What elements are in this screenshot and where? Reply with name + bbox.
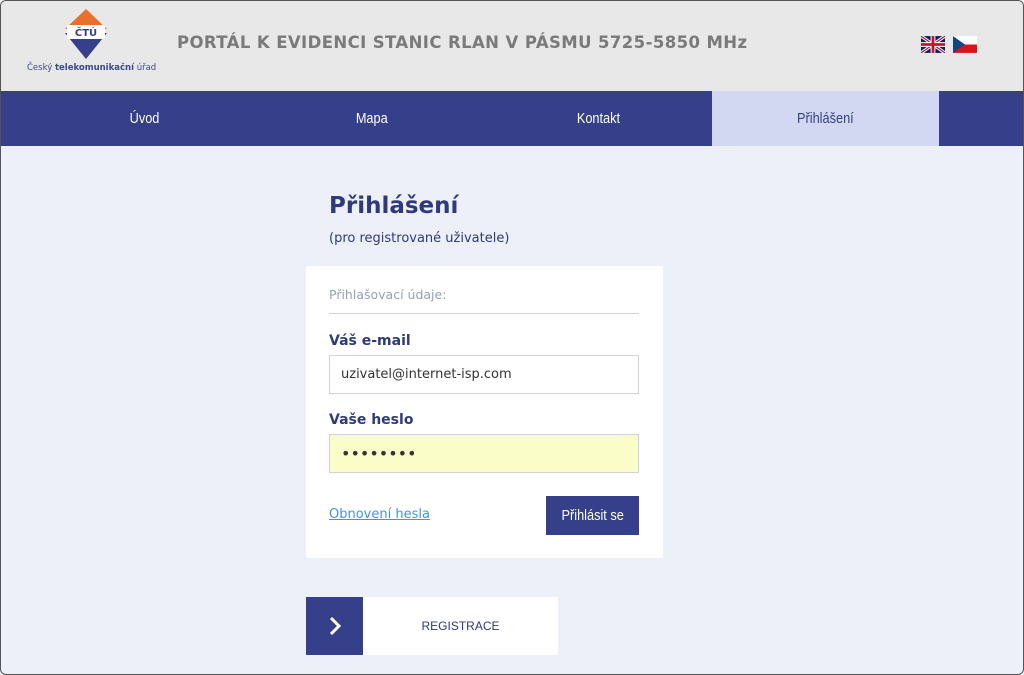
- browser-viewport: ČTÚ Český telekomunikační úřad PORTÁL K …: [0, 0, 1024, 675]
- nav-item-mapa[interactable]: Mapa: [258, 91, 485, 146]
- nav-item-kontakt[interactable]: Kontakt: [485, 91, 712, 146]
- uk-flag-icon[interactable]: [921, 36, 945, 53]
- nav-item-label: Přihlášení: [797, 110, 854, 127]
- svg-text:ČTÚ: ČTÚ: [75, 26, 97, 39]
- login-button-label: Přihlásit se: [561, 507, 624, 524]
- form-legend: Přihlašovací údaje:: [329, 287, 447, 302]
- czech-flag-icon[interactable]: [953, 36, 977, 53]
- ctu-logo-icon: ČTÚ: [65, 9, 107, 59]
- page-subtitle: (pro registrované uživatele): [329, 231, 510, 246]
- main-nav: Úvod Mapa Kontakt Přihlášení: [1, 91, 1023, 146]
- nav-item-label: Úvod: [129, 110, 160, 127]
- register-button[interactable]: REGISTRACE: [306, 597, 558, 655]
- page-title: Přihlášení: [329, 193, 459, 219]
- login-form: Přihlašovací údaje: Váš e-mail Vaše hesl…: [306, 266, 663, 558]
- nav-item-uvod[interactable]: Úvod: [31, 91, 258, 146]
- email-label: Váš e-mail: [329, 333, 411, 349]
- password-field[interactable]: [329, 434, 639, 473]
- register-arrow-box: [306, 597, 363, 655]
- chevron-right-icon: [329, 616, 341, 636]
- register-label: REGISTRACE: [421, 619, 500, 633]
- site-title: PORTÁL K EVIDENCI STANIC RLAN V PÁSMU 57…: [177, 33, 748, 52]
- email-field[interactable]: [329, 355, 639, 394]
- password-label: Vaše heslo: [329, 412, 414, 428]
- logo-org-name: Český telekomunikační úřad: [27, 63, 157, 73]
- login-button[interactable]: Přihlásit se: [546, 496, 639, 535]
- forgot-password-link[interactable]: Obnovení hesla: [329, 507, 430, 522]
- ctu-logo[interactable]: ČTÚ Český telekomunikační úřad: [27, 7, 156, 81]
- language-switcher: [921, 36, 981, 54]
- site-header: ČTÚ Český telekomunikační úřad PORTÁL K …: [1, 1, 1023, 91]
- nav-item-prihlaseni[interactable]: Přihlášení: [712, 91, 939, 146]
- divider: [329, 313, 639, 314]
- nav-item-label: Mapa: [355, 110, 388, 127]
- nav-item-label: Kontakt: [576, 110, 621, 127]
